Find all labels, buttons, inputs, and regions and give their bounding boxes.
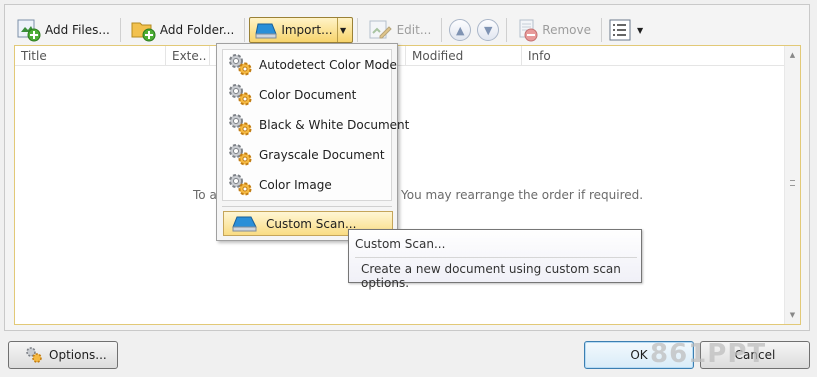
scanner-icon — [232, 215, 258, 233]
add-files-button[interactable]: Add Files... — [10, 16, 116, 44]
scroll-down-icon[interactable]: ▼ — [785, 308, 800, 322]
custom-scan-label: Custom Scan... — [266, 216, 357, 231]
move-up-icon[interactable]: ▲ — [449, 19, 472, 41]
tooltip-body: Create a new document using custom scan … — [361, 262, 621, 290]
watermark: 861PPT — [650, 339, 767, 369]
ok-label: OK — [630, 348, 648, 362]
remove-icon — [517, 18, 539, 42]
tooltip-title: Custom Scan... — [355, 237, 446, 251]
add-files-icon — [16, 18, 42, 42]
menu-item-label: Black & White Document — [259, 118, 410, 132]
menu-item-label: Color Document — [259, 88, 357, 102]
column-extension[interactable]: Exte.. — [166, 46, 210, 66]
scanner-icon — [254, 20, 278, 40]
import-label: Import... — [281, 23, 333, 37]
empty-list-message-tail: You may rearrange the order if required. — [401, 188, 644, 202]
column-title[interactable]: Title — [15, 46, 166, 66]
column-modified[interactable]: Modified — [406, 46, 522, 66]
remove-button[interactable]: Remove — [511, 16, 597, 44]
menu-item-grayscale-document[interactable]: Grayscale Document — [223, 140, 391, 170]
scroll-grip-icon — [790, 180, 795, 186]
gears-icon — [227, 172, 255, 198]
gears-icon — [25, 346, 43, 364]
gears-icon — [227, 52, 255, 78]
remove-label: Remove — [542, 23, 591, 37]
list-view-icon — [609, 19, 631, 41]
add-folder-label: Add Folder... — [159, 23, 235, 37]
toolbar: Add Files... Add Folder... Import... ▼ E… — [10, 14, 646, 46]
edit-label: Edit... — [396, 23, 432, 37]
add-folder-icon — [131, 18, 157, 42]
menu-item-autodetect[interactable]: Autodetect Color Mode — [223, 50, 397, 80]
menu-item-label: Grayscale Document — [259, 148, 385, 162]
move-down-icon[interactable]: ▼ — [477, 19, 500, 41]
menu-item-label: Color Image — [259, 178, 332, 192]
menu-item-black-white-document[interactable]: Black & White Document — [223, 110, 409, 140]
import-menu-group: Autodetect Color Mode Color Document Bla… — [222, 49, 409, 201]
import-menu: Autodetect Color Mode Color Document Bla… — [216, 43, 409, 241]
view-options-button[interactable]: ▼ — [606, 16, 646, 44]
menu-item-color-image[interactable]: Color Image — [223, 170, 391, 200]
toolbar-separator — [119, 18, 121, 42]
toolbar-separator — [356, 18, 358, 42]
menu-item-color-document[interactable]: Color Document — [223, 80, 391, 110]
toolbar-separator — [244, 18, 246, 42]
chevron-down-icon: ▼ — [636, 25, 644, 35]
gears-icon — [227, 112, 255, 138]
add-files-label: Add Files... — [45, 23, 110, 37]
tooltip-divider — [355, 257, 637, 258]
list-header: Title Exte.. L Modified Info — [15, 46, 784, 66]
scroll-up-icon[interactable]: ▲ — [785, 48, 800, 62]
options-button[interactable]: Options... — [8, 341, 118, 369]
options-label: Options... — [49, 348, 107, 362]
edit-button[interactable]: Edit... — [362, 16, 438, 44]
toolbar-separator — [506, 18, 508, 42]
chevron-down-icon[interactable]: ▼ — [336, 18, 349, 42]
menu-separator — [222, 206, 392, 207]
edit-icon — [368, 18, 394, 42]
vertical-scrollbar[interactable]: ▲ ▼ — [784, 46, 800, 324]
custom-scan-tooltip: Custom Scan... Create a new document usi… — [348, 229, 642, 290]
column-info[interactable]: Info — [522, 46, 766, 66]
toolbar-separator — [441, 18, 443, 42]
import-button[interactable]: Import... ▼ — [249, 17, 353, 43]
gears-icon — [227, 82, 255, 108]
toolbar-separator — [600, 18, 602, 42]
menu-item-label: Autodetect Color Mode — [259, 58, 397, 72]
add-folder-button[interactable]: Add Folder... — [125, 16, 240, 44]
gears-icon — [227, 142, 255, 168]
